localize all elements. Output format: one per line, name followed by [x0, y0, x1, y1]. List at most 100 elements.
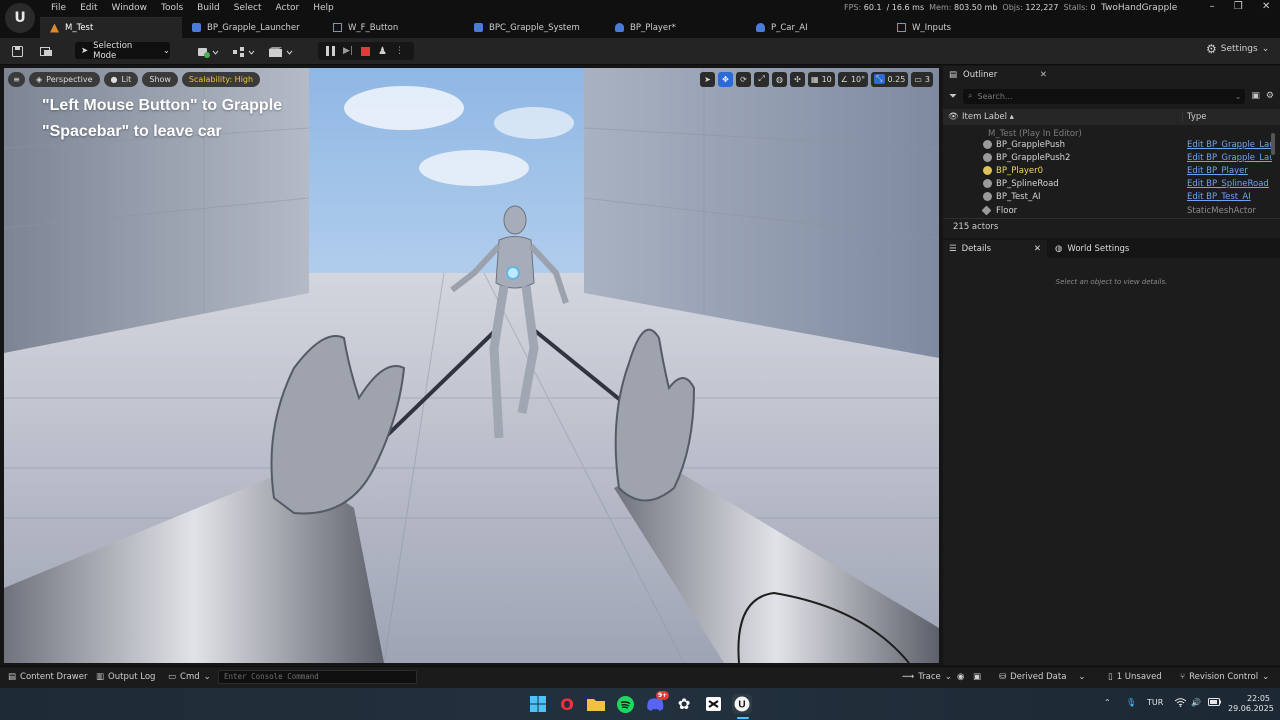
column-type[interactable]: Type [1182, 112, 1207, 122]
tab-world-settings[interactable]: ◍ World Settings [1047, 240, 1129, 258]
unsaved-button[interactable]: ▯ 1 Unsaved [1108, 672, 1162, 682]
restore-icon[interactable]: ❐ [1234, 1, 1243, 12]
battery-icon[interactable] [1208, 698, 1221, 708]
step-icon[interactable]: ▶| [343, 46, 353, 56]
outliner-row[interactable]: BP_GrapplePush Edit BP_Grapple_Laur [943, 138, 1280, 151]
cmd-dropdown[interactable]: ▭ Cmd ⌄ [168, 672, 211, 682]
trace-dropdown[interactable]: ⟿ Trace ⌄ [902, 672, 952, 682]
scale-snap-button[interactable]: ⤡ 0.25 [871, 71, 909, 87]
tab-details[interactable]: ☰ Details ✕ [943, 240, 1047, 258]
filter-icon[interactable]: ⏷ [949, 91, 957, 102]
menu-file[interactable]: File [44, 2, 73, 16]
show-hidden-icons-icon[interactable]: ⌃ [1104, 698, 1111, 707]
outliner-scrollbar[interactable] [1271, 133, 1275, 155]
outliner-search-input[interactable]: ⌕ Search... ⌄ [963, 88, 1246, 104]
tab-w-f-button[interactable]: W_F_Button [323, 17, 464, 38]
menu-select[interactable]: Select [227, 2, 269, 16]
tab-bp-player[interactable]: BP_Player* [605, 17, 746, 38]
actor-type-link[interactable]: Edit BP_Grapple_Laur [1187, 140, 1272, 150]
actor-type-link[interactable]: Edit BP_Test_AI [1187, 192, 1272, 202]
console-command-input[interactable]: Enter Console Command [218, 670, 417, 684]
capcut-icon[interactable] [703, 694, 723, 714]
gear-icon[interactable]: ⚙ [1266, 91, 1274, 101]
tab-outliner[interactable]: ▤ Outliner ✕ [943, 66, 1053, 84]
menu-actor[interactable]: Actor [269, 2, 307, 16]
level-viewport[interactable]: ≡ ◈ Perspective ● Lit Show Scalability: … [4, 68, 939, 663]
tab-bpc-grapple-system[interactable]: BPC_Grapple_System [464, 17, 605, 38]
menu-window[interactable]: Window [105, 2, 155, 16]
surface-snap-icon[interactable]: ✣ [790, 71, 806, 87]
outliner-row[interactable]: BP_GrapplePush2 Edit BP_Grapple_Laur [943, 151, 1280, 164]
blueprints-button[interactable] [231, 43, 257, 60]
language-indicator[interactable]: TUR [1147, 698, 1163, 707]
volume-icon[interactable]: 🔊 [1191, 698, 1201, 707]
more-options-icon[interactable]: ⋮ [395, 46, 404, 56]
selection-mode-dropdown[interactable]: ➤ Selection Mode ⌄ [75, 41, 170, 61]
pause-icon[interactable] [326, 46, 335, 56]
spotify-icon[interactable] [615, 694, 635, 714]
tab-m-test[interactable]: M_Test [40, 17, 182, 38]
grid-snap-button[interactable]: ▦ 10 [808, 71, 835, 87]
minimize-icon[interactable]: – [1210, 1, 1215, 12]
chatgpt-icon[interactable]: ✿ [674, 694, 694, 714]
menu-tools[interactable]: Tools [154, 2, 190, 16]
file-explorer-icon[interactable] [586, 694, 606, 714]
content-drawer-button[interactable]: ▤ Content Drawer [8, 672, 87, 682]
outliner-row[interactable]: BP_Player0 Edit BP_Player [943, 164, 1280, 177]
actor-type-link[interactable]: Edit BP_SplineRoad [1187, 179, 1272, 189]
world-space-icon[interactable]: ◍ [772, 71, 788, 87]
save-icon[interactable] [9, 43, 25, 60]
windows-start-icon[interactable] [528, 694, 548, 714]
hamburger-menu-icon[interactable]: ≡ [8, 71, 25, 87]
revision-control-button[interactable]: ⑂ Revision Control ⌄ [1180, 672, 1269, 682]
stop-icon[interactable] [360, 46, 370, 56]
wifi-icon[interactable] [1174, 698, 1187, 709]
close-icon[interactable]: ✕ [1262, 1, 1270, 12]
menu-help[interactable]: Help [306, 2, 341, 16]
lit-button[interactable]: ● Lit [103, 71, 139, 87]
unreal-logo-icon[interactable]: U [5, 3, 35, 33]
camera-capture-icon[interactable]: ▣ [973, 672, 981, 682]
outliner-row[interactable]: Floor StaticMeshActor [943, 204, 1280, 217]
cinematics-button[interactable] [267, 43, 295, 60]
objs-value: 122,227 [1025, 3, 1059, 12]
add-folder-icon[interactable]: ▣ [1251, 91, 1260, 101]
notification-badge: 9+ [656, 691, 670, 700]
actor-type-link[interactable]: Edit BP_Player [1187, 166, 1272, 176]
content-browser-icon[interactable] [37, 43, 55, 60]
unreal-engine-taskbar-icon[interactable]: U [732, 694, 752, 714]
select-tool-icon[interactable]: ➤ [700, 71, 716, 87]
perspective-button[interactable]: ◈ Perspective [29, 71, 100, 87]
record-icon[interactable]: ◉ [957, 672, 964, 682]
tab-bp-grapple-launcher[interactable]: BP_Grapple_Launcher [182, 17, 323, 38]
menu-edit[interactable]: Edit [73, 2, 104, 16]
outliner-row[interactable]: BP_Test_AI Edit BP_Test_AI [943, 190, 1280, 203]
camera-speed-button[interactable]: ▭ 3 [911, 71, 933, 87]
output-log-label: Output Log [108, 672, 156, 682]
system-clock[interactable]: 22:05 29.06.2025 [1228, 694, 1274, 714]
microphone-icon[interactable]: 🎙 [1126, 698, 1136, 707]
column-item-label[interactable]: Item Label ▴ [962, 112, 1014, 122]
derived-data-button[interactable]: ⛁ Derived Data ⌄ [999, 672, 1086, 682]
scalability-button[interactable]: Scalability: High [181, 71, 261, 87]
discord-icon[interactable]: 9+ [645, 691, 670, 714]
possess-icon[interactable]: ♟ [378, 46, 387, 57]
opera-icon[interactable]: O [557, 694, 577, 714]
show-button[interactable]: Show [142, 71, 178, 87]
settings-button[interactable]: ⚙ Settings ⌄ [1206, 42, 1269, 56]
menu-build[interactable]: Build [190, 2, 227, 16]
angle-icon: ∠ [840, 74, 848, 84]
scale-tool-icon[interactable]: ⤢ [754, 71, 770, 87]
close-icon[interactable]: ✕ [1034, 244, 1041, 254]
tab-w-inputs[interactable]: W_Inputs [887, 17, 1028, 38]
rotate-tool-icon[interactable]: ⟳ [736, 71, 752, 87]
close-icon[interactable]: ✕ [1040, 70, 1047, 80]
add-actor-button[interactable] [195, 43, 221, 60]
rotation-snap-button[interactable]: ∠ 10° [837, 71, 869, 87]
actor-type-link[interactable]: Edit BP_Grapple_Laur [1187, 153, 1272, 163]
visibility-eye-icon[interactable]: 👁 [948, 112, 959, 122]
output-log-button[interactable]: ▥ Output Log [96, 672, 155, 682]
outliner-row[interactable]: BP_SplineRoad Edit BP_SplineRoad [943, 177, 1280, 190]
translate-tool-icon[interactable]: ✥ [718, 71, 734, 87]
tab-p-car-ai[interactable]: P_Car_AI [746, 17, 887, 38]
